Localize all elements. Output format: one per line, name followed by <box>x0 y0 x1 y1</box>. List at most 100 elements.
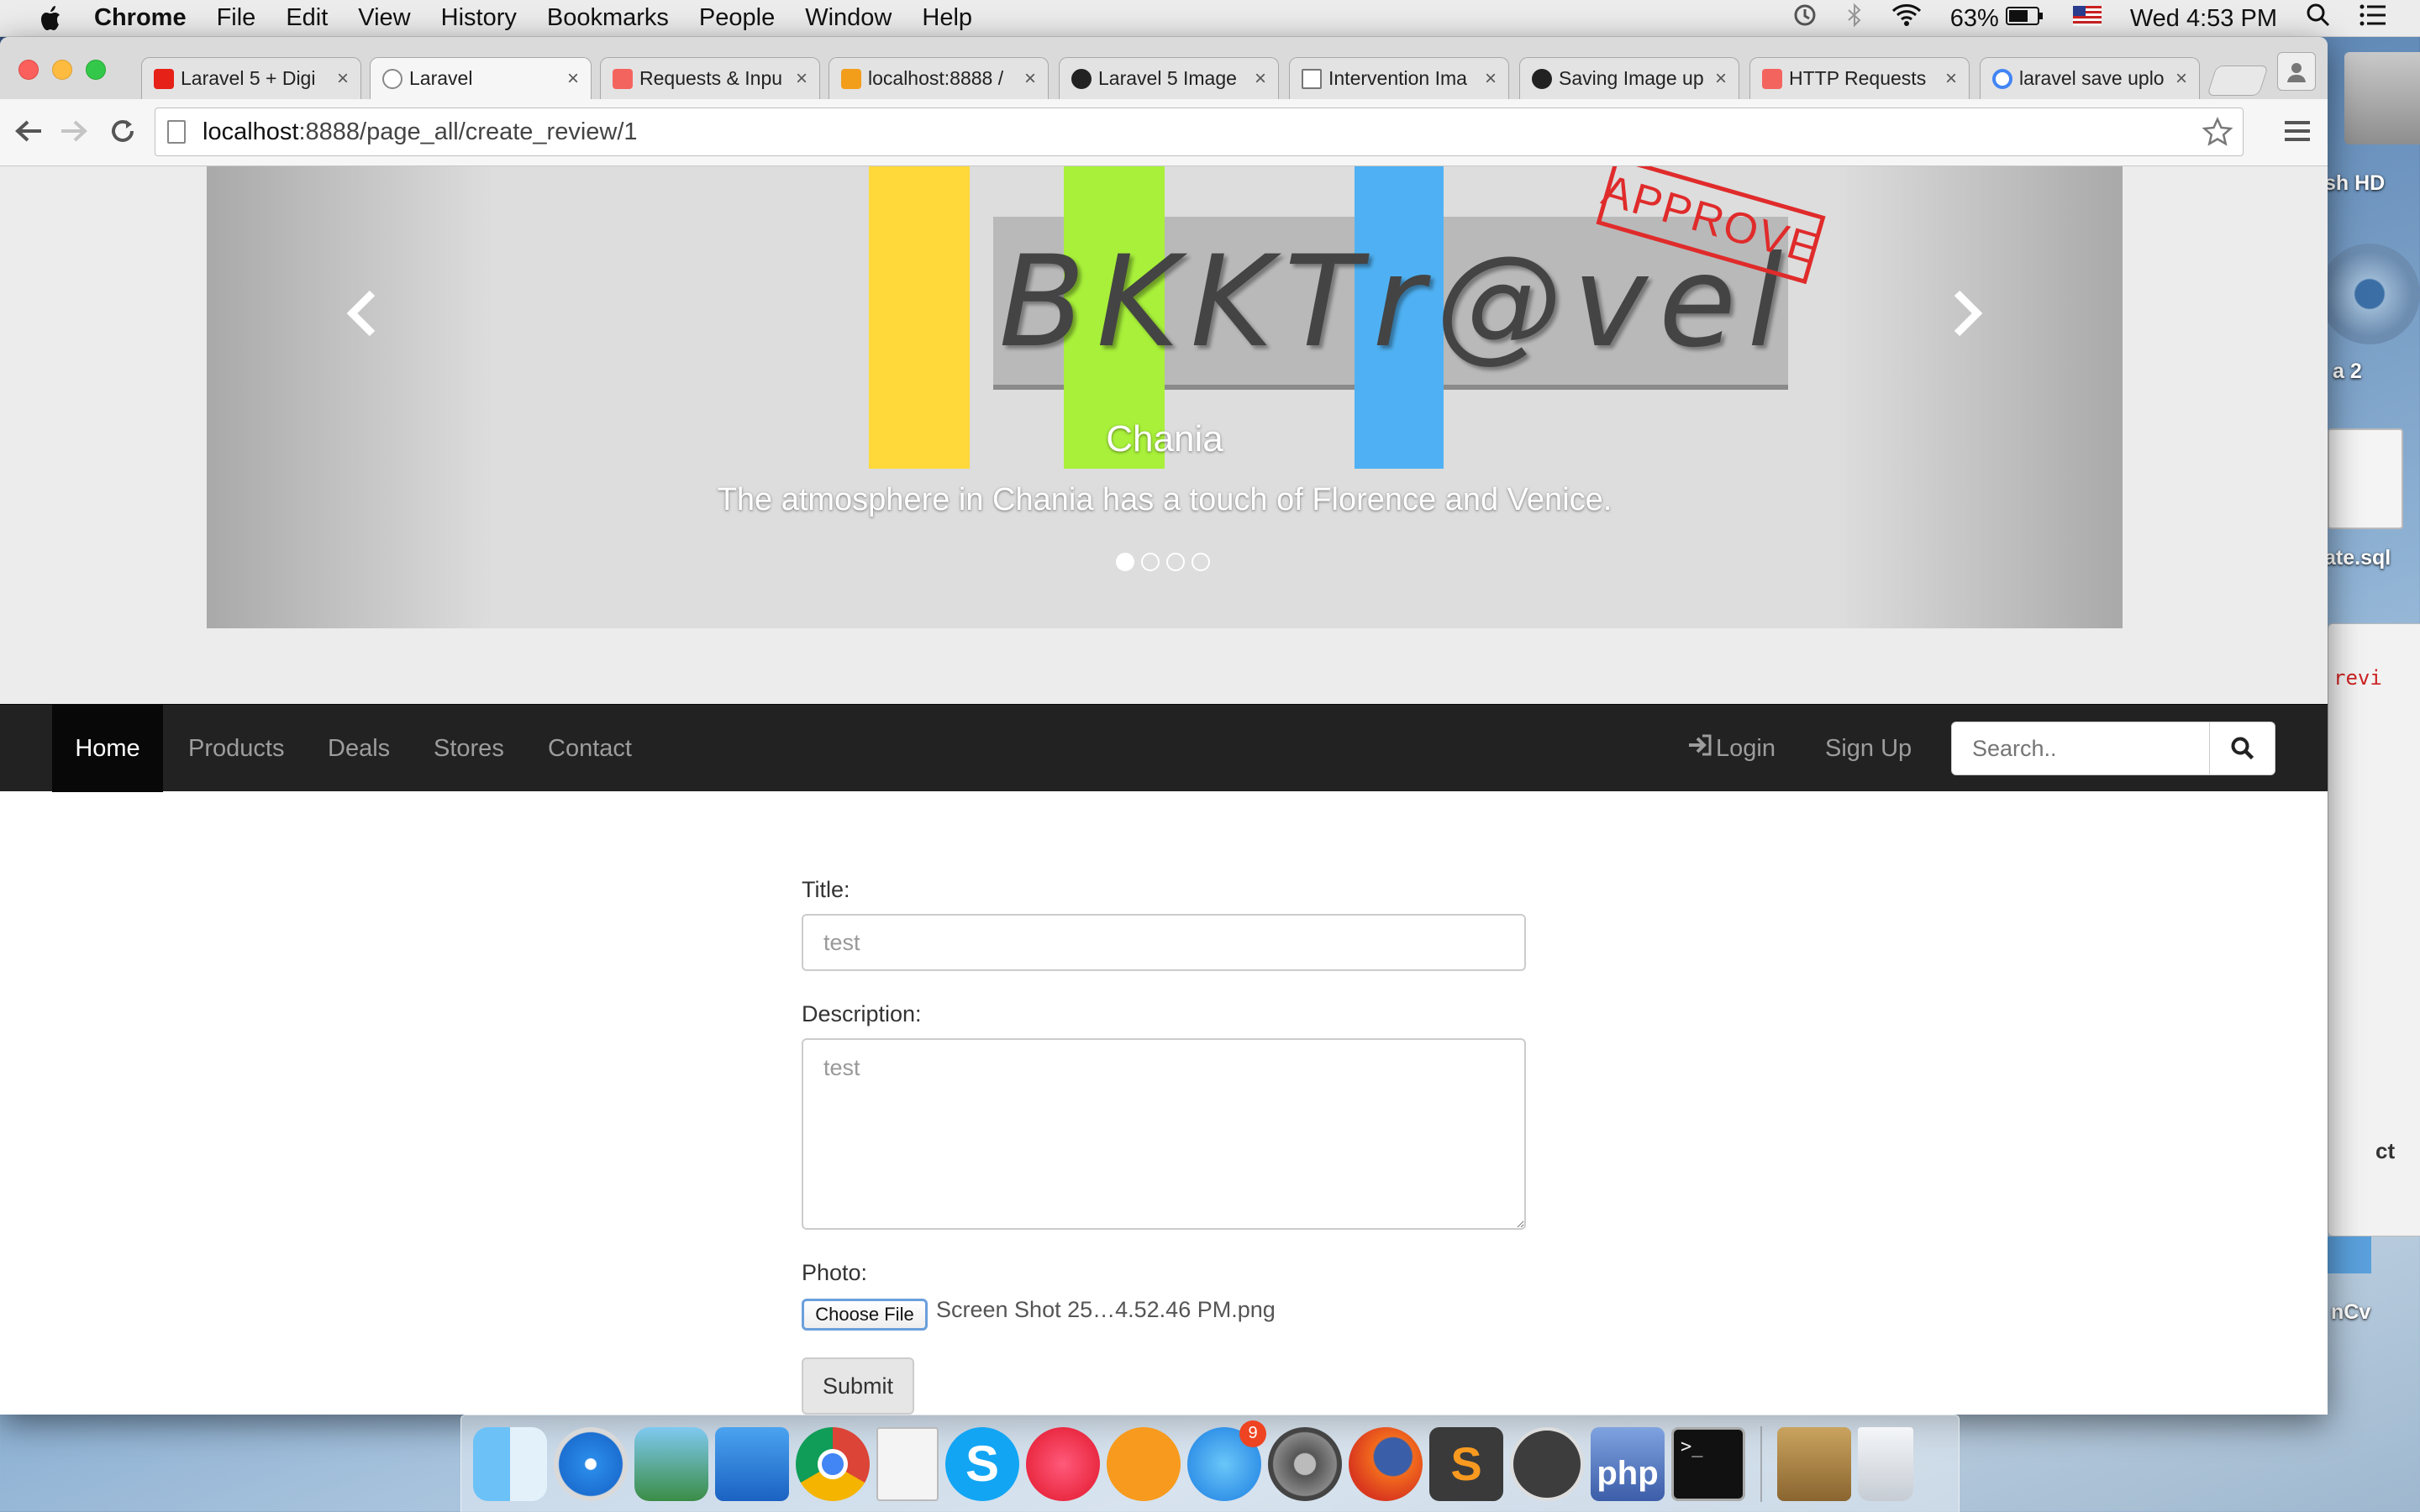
selected-file-name: Screen Shot 25…4.52.46 PM.png <box>936 1297 1276 1322</box>
iphoto-icon[interactable] <box>634 1426 708 1501</box>
menu-window[interactable]: Window <box>805 4 892 32</box>
sublime-text-icon[interactable]: S <box>1429 1426 1503 1501</box>
search-button[interactable] <box>2210 722 2275 775</box>
notification-center-icon[interactable] <box>2360 3 2386 34</box>
menu-help[interactable]: Help <box>922 4 972 32</box>
tab-saving-image[interactable]: Saving Image up × <box>1519 57 1739 99</box>
menu-history[interactable]: History <box>441 4 517 32</box>
firefox-icon[interactable] <box>1349 1426 1423 1501</box>
nav-signup[interactable]: Sign Up <box>1825 705 1912 792</box>
url-path: :8888/page_all/create_review/1 <box>298 118 638 145</box>
archive-icon[interactable] <box>1777 1426 1851 1501</box>
php-icon[interactable]: php <box>1591 1426 1665 1501</box>
app-store-badge: 9 <box>1239 1420 1266 1447</box>
tab-http-requests[interactable]: HTTP Requests × <box>1749 57 1970 99</box>
carousel-indicator[interactable] <box>1141 553 1160 571</box>
carousel-indicator[interactable] <box>1116 553 1134 571</box>
web-page: B K K T r @ v e l APPROVE Chania The atm… <box>0 166 2328 1415</box>
itunes-icon[interactable] <box>1026 1426 1100 1501</box>
finder-icon[interactable] <box>473 1426 547 1501</box>
tab-google-search[interactable]: laravel save uplo × <box>1980 57 2200 99</box>
us-flag-icon[interactable] <box>2072 5 2102 33</box>
close-tab-icon[interactable]: × <box>1712 67 1730 91</box>
title-label: Title: <box>802 877 850 902</box>
site-navbar: Home Products Deals Stores Contact Login… <box>0 704 2328 792</box>
nav-products[interactable]: Products <box>188 705 284 792</box>
nav-deals[interactable]: Deals <box>328 705 390 792</box>
nav-login[interactable]: Login <box>1687 705 1776 792</box>
system-preferences-icon[interactable] <box>1268 1426 1342 1501</box>
skype-icon[interactable]: S <box>945 1426 1019 1501</box>
nav-stores[interactable]: Stores <box>434 705 504 792</box>
tab-strip: Laravel 5 + Digi × Laravel × Requests & In… <box>0 37 2328 99</box>
trash-icon[interactable] <box>1858 1426 1913 1501</box>
battery-percent[interactable]: 63% <box>1950 5 1999 33</box>
safari-icon[interactable] <box>554 1426 628 1501</box>
carousel-next-icon[interactable] <box>1938 276 1996 351</box>
battery-icon[interactable] <box>2005 5 2044 33</box>
carousel-indicator[interactable] <box>1166 553 1185 571</box>
close-tab-icon[interactable]: × <box>564 67 582 91</box>
menu-bookmarks[interactable]: Bookmarks <box>547 4 669 32</box>
reload-button[interactable] <box>104 113 141 150</box>
chrome-icon[interactable] <box>796 1426 870 1501</box>
carousel-prev-icon[interactable] <box>333 276 392 351</box>
carousel-left-shade[interactable] <box>207 166 492 628</box>
tab-requests-input[interactable]: Requests & Inpu × <box>600 57 820 99</box>
menu-view[interactable]: View <box>358 4 410 32</box>
close-tab-icon[interactable]: × <box>792 67 811 91</box>
back-button[interactable] <box>10 113 47 150</box>
close-window-button[interactable] <box>18 60 39 80</box>
sequel-pro-icon[interactable] <box>1510 1426 1584 1501</box>
title-input[interactable] <box>802 914 1526 971</box>
close-tab-icon[interactable]: × <box>1481 67 1500 91</box>
time-machine-icon[interactable] <box>1792 3 1818 34</box>
forward-button[interactable] <box>55 113 92 150</box>
app-store-icon[interactable]: 9 <box>1187 1420 1266 1501</box>
carousel-indicator[interactable] <box>1192 553 1210 571</box>
tab-laravel-image[interactable]: Laravel 5 Image × <box>1059 57 1279 99</box>
menu-people[interactable]: People <box>699 4 775 32</box>
search-input[interactable] <box>1951 722 2210 775</box>
menu-file[interactable]: File <box>217 4 256 32</box>
bluetooth-icon[interactable] <box>1846 3 1863 34</box>
desktop-hd-icon[interactable] <box>2344 52 2420 144</box>
ibooks-icon[interactable] <box>1107 1426 1181 1501</box>
wifi-icon[interactable] <box>1891 3 1922 34</box>
description-textarea[interactable]: test <box>802 1038 1526 1230</box>
carousel-right-shade[interactable] <box>1837 166 2123 628</box>
submit-button[interactable]: Submit <box>802 1357 914 1415</box>
profile-icon[interactable] <box>2277 52 2316 91</box>
close-tab-icon[interactable]: × <box>2172 67 2191 91</box>
tab-localhost-pma[interactable]: localhost:8888 /× <box>829 57 1049 99</box>
tab-laravel-digital[interactable]: Laravel 5 + Digi × <box>141 57 361 99</box>
chrome-menu-icon[interactable] <box>2279 113 2316 150</box>
laravel-docs-icon <box>1762 68 1782 89</box>
menubar-clock[interactable]: Wed 4:53 PM <box>2130 5 2277 33</box>
close-tab-icon[interactable]: × <box>1021 67 1039 91</box>
close-tab-icon[interactable]: × <box>334 67 352 91</box>
keynote-icon[interactable] <box>715 1426 789 1501</box>
menu-app-chrome[interactable]: Chrome <box>94 4 187 32</box>
desktop-disk-icon[interactable] <box>2319 244 2420 344</box>
menu-edit[interactable]: Edit <box>286 4 328 32</box>
apple-icon[interactable] <box>32 0 69 37</box>
page-icon <box>167 120 186 144</box>
terminal-icon[interactable]: >_ <box>1671 1426 1745 1501</box>
desktop-sql-file-icon[interactable] <box>2328 428 2403 529</box>
textedit-icon[interactable] <box>876 1426 939 1501</box>
bookmark-star-icon[interactable] <box>2202 116 2233 154</box>
nav-contact[interactable]: Contact <box>548 705 632 792</box>
new-tab-button[interactable] <box>2207 66 2269 96</box>
tab-laravel[interactable]: Laravel × <box>370 57 592 99</box>
close-tab-icon[interactable]: × <box>1251 67 1270 91</box>
nav-home[interactable]: Home <box>52 705 163 792</box>
tab-intervention-image[interactable]: Intervention Ima × <box>1289 57 1509 99</box>
maximize-window-button[interactable] <box>86 60 106 80</box>
choose-file-button[interactable]: Choose File <box>802 1299 928 1331</box>
background-window-tab <box>2328 1236 2371 1273</box>
spotlight-search-icon[interactable] <box>2306 3 2331 34</box>
minimize-window-button[interactable] <box>52 60 72 80</box>
close-tab-icon[interactable]: × <box>1942 67 1960 91</box>
address-bar[interactable]: localhost:8888/page_all/create_review/1 <box>155 108 2244 156</box>
